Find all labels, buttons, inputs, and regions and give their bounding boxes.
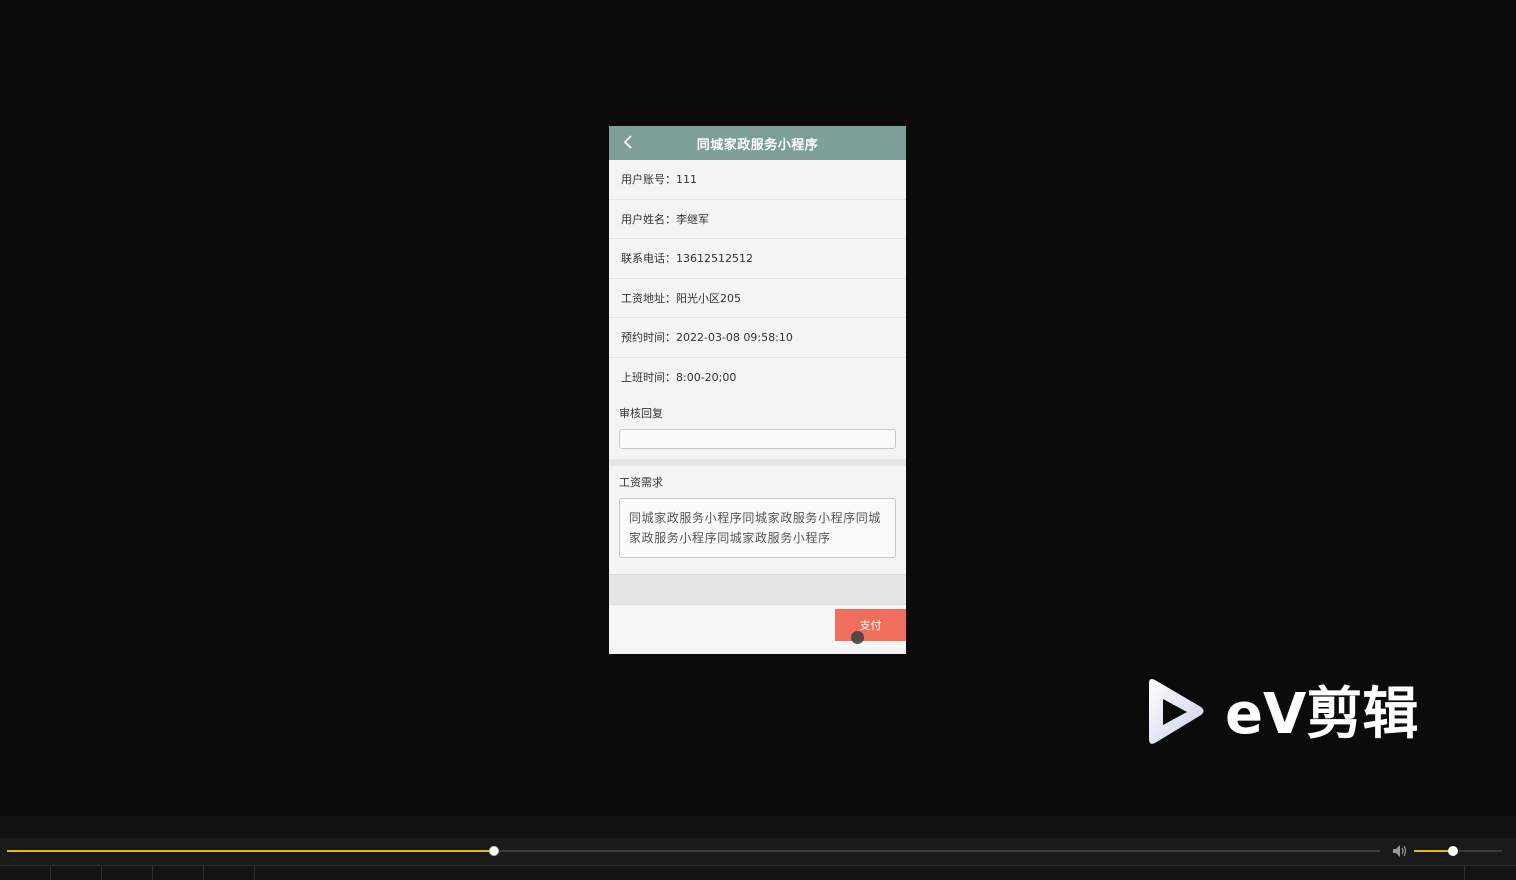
volume-icon[interactable] [1392, 844, 1408, 858]
timeline-divider [1464, 866, 1465, 880]
field-appointment-time: 预约时间： 2022-03-08 09:58:10 [609, 318, 906, 358]
field-value: 阳光小区205 [676, 291, 741, 305]
review-reply-input[interactable] [619, 429, 896, 449]
review-reply-label: 审核回复 [619, 407, 663, 420]
demand-textarea[interactable]: 同城家政服务小程序同城家政服务小程序同城家政服务小程序同城家政服务小程序 [619, 498, 896, 558]
field-work-hours: 上班时间： 8:00-20;00 [609, 358, 906, 398]
field-label: 工资地址： [621, 291, 676, 305]
field-value: 13612512512 [676, 251, 753, 265]
pay-button[interactable]: 支付 [835, 609, 906, 641]
section-divider [609, 459, 906, 466]
field-label: 预约时间： [621, 331, 676, 345]
field-label: 用户姓名： [621, 212, 676, 226]
demand-label: 工资需求 [619, 476, 663, 489]
volume-handle[interactable] [1448, 846, 1458, 856]
field-label: 联系电话： [621, 252, 676, 266]
timeline-divider [152, 866, 153, 880]
phone-screen: 同城家政服务小程序 用户账号： 111 用户姓名： 李继军 联系电话： 1361… [609, 126, 906, 654]
field-value: 李继军 [676, 212, 709, 226]
field-phone: 联系电话： 13612512512 [609, 239, 906, 279]
field-value: 111 [676, 172, 697, 186]
timeline-divider [101, 866, 102, 880]
mouse-cursor [851, 631, 864, 644]
spacer-band [609, 574, 906, 605]
progress-handle[interactable] [489, 846, 499, 856]
back-button[interactable] [619, 133, 637, 151]
back-arrow-icon [623, 135, 632, 149]
logo-text: eV剪辑 [1225, 682, 1418, 747]
timeline-divider [254, 866, 255, 880]
timeline-divider [203, 866, 204, 880]
timeline-divider [50, 866, 51, 880]
field-name: 用户姓名： 李继军 [609, 200, 906, 239]
field-label: 上班时间： [621, 371, 676, 385]
field-value: 8:00-20;00 [676, 370, 737, 384]
player-top-strip [0, 816, 1516, 838]
progress-fill [7, 850, 494, 852]
field-label: 用户账号： [621, 173, 676, 187]
field-account: 用户账号： 111 [609, 160, 906, 200]
page-title: 同城家政服务小程序 [696, 137, 819, 153]
demand-section: 工资需求 同城家政服务小程序同城家政服务小程序同城家政服务小程序同城家政服务小程… [609, 466, 906, 574]
review-reply-section: 审核回复 [609, 397, 906, 459]
ev-logo: eV剪辑 [1149, 679, 1418, 747]
nav-bar: 同城家政服务小程序 [609, 126, 906, 160]
play-triangle-icon [1149, 679, 1204, 744]
timeline-strip [0, 865, 1516, 880]
field-value: 2022-03-08 09:58:10 [676, 330, 793, 344]
field-address: 工资地址： 阳光小区205 [609, 279, 906, 318]
